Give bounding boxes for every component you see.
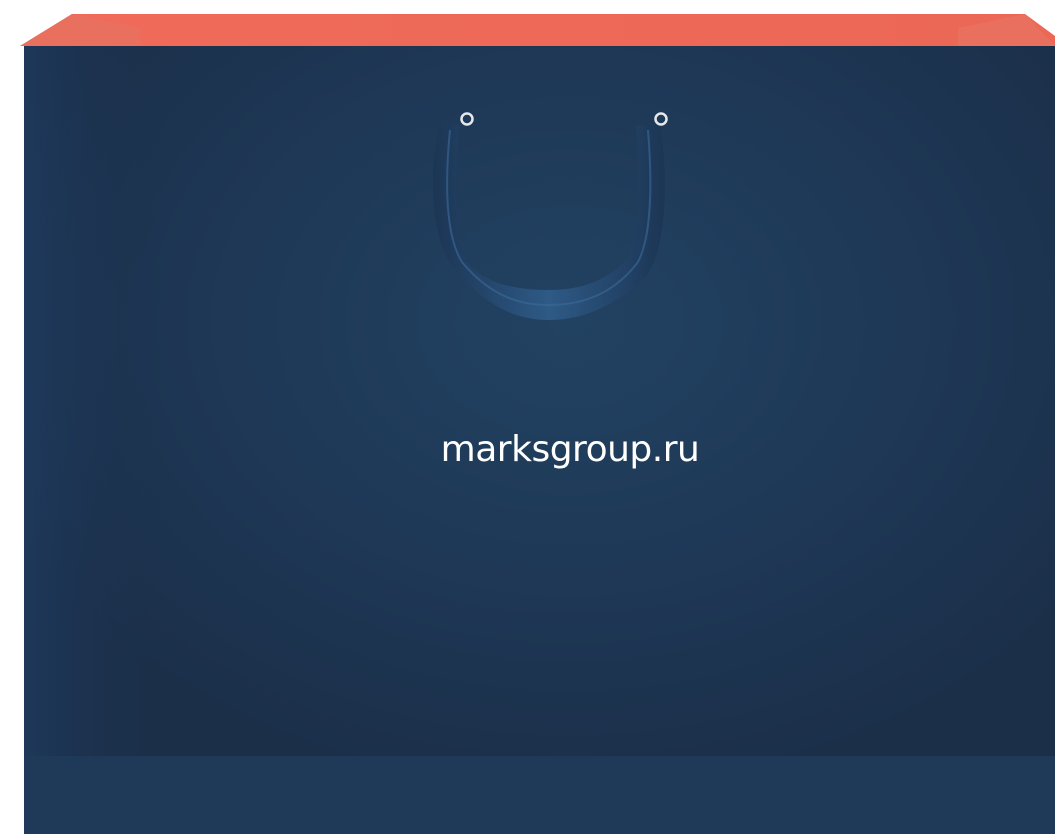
- inner-lining: [20, 14, 1055, 46]
- bag-bottom-band: [24, 756, 1055, 834]
- bag-left-side-shade: [24, 46, 164, 756]
- bag-logo-text: marksgroup.ru: [440, 429, 700, 470]
- bag-illustration: [20, 14, 1055, 834]
- shopping-bag-mockup: marksgroup.ru: [0, 0, 1055, 834]
